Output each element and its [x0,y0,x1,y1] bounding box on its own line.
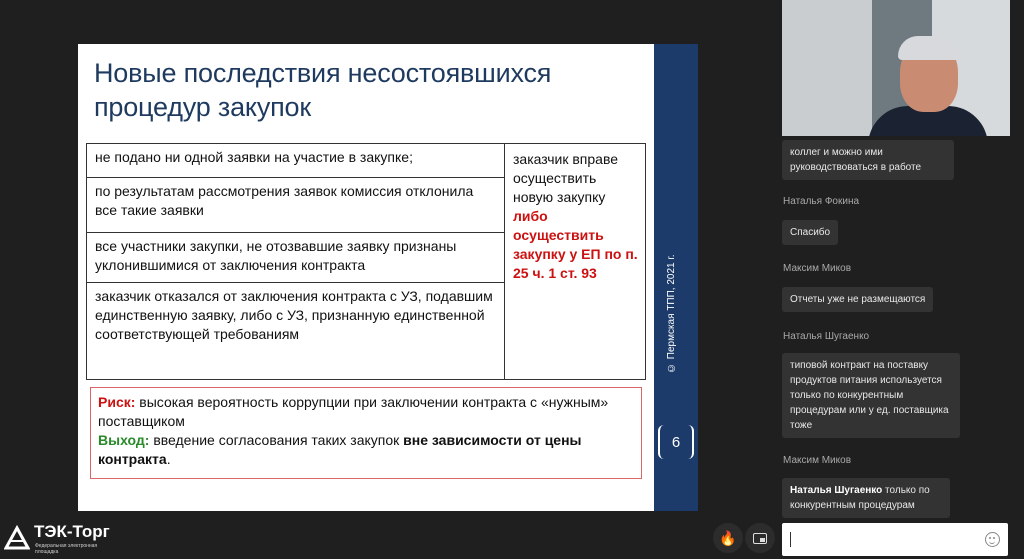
exit-text: введение согласования таких закупок [153,432,400,448]
fire-icon: 🔥 [719,529,737,546]
reaction-button[interactable]: 🔥 [713,523,743,553]
chat-message: коллег и можно ими руководствоваться в р… [782,140,954,180]
logo-mark-icon [4,524,30,550]
risk-text: высокая вероятность коррупции при заключ… [98,394,609,429]
consequence-text: заказчик вправе осуществить новую закупк… [513,151,619,205]
chat-input[interactable] [782,523,1008,556]
exit-line: Выход: введение согласования таких закуп… [98,431,634,469]
logo-subtitle: Федеральная электронная площадка [35,543,98,555]
logo-name: ТЭК-Торг [34,522,110,541]
consequence-highlight: либо осуществить закупку у ЕП по п. 25 ч… [513,208,638,281]
presentation-slide: Новые последствия несостоявшихся процеду… [78,44,698,511]
chat-message: типовой контракт на поставку продуктов п… [782,353,960,438]
picture-in-picture-icon [753,532,767,544]
copyright-text: © Пермская ТПП, 2021 г. [666,254,677,374]
speaker-hair [898,36,960,60]
speaker-video[interactable] [782,0,1010,136]
condition-row: не подано ни одной заявки на участие в з… [87,144,504,178]
text-cursor [790,532,791,547]
chat-message: Спасибо [782,220,839,245]
condition-row: все участники закупки, не отозвавшие зая… [87,233,504,283]
tek-torg-logo: ТЭК-Торг Федеральная электронная площадк… [4,520,154,556]
condition-row: по результатам рассмотрения заявок комис… [87,178,504,233]
exit-end: . [166,451,171,467]
picture-in-picture-button[interactable] [745,523,775,553]
chat-author: Максим Миков [783,455,852,466]
chat-author: Наталья Шугаенко [783,331,870,342]
consequence-cell: заказчик вправе осуществить новую закупк… [506,144,646,289]
risk-box: Риск: высокая вероятность коррупции при … [90,387,642,479]
chat-author: Максим Миков [783,263,852,274]
chat-message: Наталья Шугаенко только по конкурентным … [782,478,950,518]
slide-title-line1: Новые последствия несостоявшихся [94,58,552,88]
slide-title: Новые последствия несостоявшихся процеду… [94,56,614,124]
chat-mention: Наталья Шугаенко [790,485,883,496]
risk-line: Риск: высокая вероятность коррупции при … [98,393,634,431]
risk-label: Риск: [98,394,136,410]
condition-row: заказчик отказался от заключения контрак… [95,288,493,342]
smile-icon[interactable] [985,532,1000,547]
slide-title-line2: процедур закупок [94,92,311,122]
conditions-table: не подано ни одной заявки на участие в з… [86,143,646,380]
chat-message: Отчеты уже не размещаются [782,287,934,312]
video-background [782,0,872,136]
chat-author: Наталья Фокина [783,196,860,207]
exit-label: Выход: [98,432,150,448]
page-number: 6 [658,425,694,459]
conditions-column: не подано ни одной заявки на участие в з… [87,144,505,379]
